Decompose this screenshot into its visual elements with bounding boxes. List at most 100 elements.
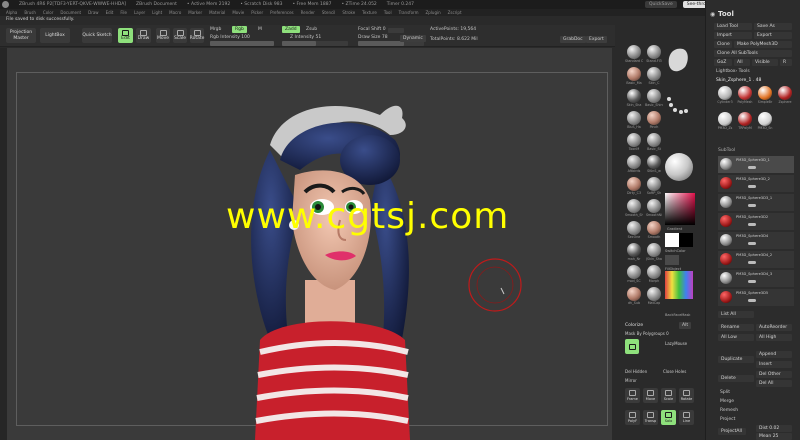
draw-button[interactable]: Draw [136, 28, 151, 43]
colorize-toggle[interactable]: Colorize [625, 323, 643, 328]
mrgb-toggle[interactable]: Mrgb [210, 27, 221, 32]
menu-macro[interactable]: Macro [169, 10, 181, 15]
visibility-toggle-icon[interactable] [748, 185, 756, 188]
texture-palette[interactable] [665, 271, 693, 299]
lightbox-tools-button[interactable]: Lightbox› Tools [716, 69, 750, 74]
visibility-toggle-icon[interactable] [748, 242, 756, 245]
m-toggle[interactable]: M [258, 27, 262, 32]
switchcolor-button[interactable]: SwitchColor [665, 249, 686, 253]
solo-view-button[interactable]: Solo [661, 410, 676, 425]
material-thumb[interactable]: Smooth_Sh [625, 199, 643, 221]
polyf-view-button[interactable]: PolyF [625, 410, 640, 425]
material-thumb[interactable]: SmoothNi [645, 199, 663, 221]
material-thumb[interactable]: Dirty_C3 [625, 177, 643, 199]
zadd-toggle[interactable]: Zadd [282, 26, 300, 33]
quicksave-button[interactable]: QuickSave [644, 1, 677, 8]
material-thumb[interactable]: Basic_Ma [625, 67, 643, 89]
subtool-row[interactable]: PM3D_Sphere3D4_3 [718, 270, 794, 287]
remesh-section[interactable]: Remesh [720, 408, 738, 413]
menu-transform[interactable]: Transform [399, 10, 419, 15]
visibility-toggle-icon[interactable] [748, 223, 756, 226]
del-hidden-button[interactable]: Del Hidden [625, 369, 647, 374]
menu-document[interactable]: Document [60, 10, 81, 15]
visibility-toggle-icon[interactable] [748, 299, 756, 302]
main-color-swatch[interactable] [665, 233, 679, 247]
mask-by-polygroups-slider[interactable]: Mask By Polygroups 0 [625, 331, 669, 336]
lazymouse-toggle[interactable]: LazyMouse [665, 341, 687, 346]
del-other-button[interactable]: Del Other [756, 371, 792, 378]
current-brush-preview-icon[interactable] [665, 45, 691, 75]
visibility-toggle-icon[interactable] [748, 261, 756, 264]
menu-preferences[interactable]: Preferences [270, 10, 294, 15]
menu-file[interactable]: File [120, 10, 127, 15]
export-doc-button[interactable]: Export [586, 36, 607, 43]
menu-layer[interactable]: Layer [134, 10, 145, 15]
all-low-button[interactable]: All Low [718, 334, 754, 341]
tool-thumbnail[interactable]: SimpleBr [756, 86, 774, 110]
menu-brush[interactable]: Brush [24, 10, 36, 15]
rgb-toggle[interactable]: Rgb [232, 26, 247, 33]
rgb-intensity-track[interactable] [210, 41, 274, 46]
close-holes-button[interactable]: Close Holes [663, 369, 686, 374]
material-thumb[interactable]: MatCap [645, 287, 663, 309]
move-button[interactable]: Move [156, 28, 170, 43]
load-tool-button[interactable]: Load Tool [714, 23, 752, 30]
rotate-button[interactable]: Rotate [190, 28, 204, 43]
all-button[interactable]: All [734, 59, 750, 66]
project-all-button[interactable]: ProjectAll [718, 428, 746, 435]
clone-all-subtools-button[interactable]: Clone All SubTools [714, 50, 792, 57]
goz-button[interactable]: GoZ [714, 59, 732, 66]
material-thumb[interactable]: Morph [645, 265, 663, 287]
color-picker[interactable] [665, 193, 695, 225]
mirror-button[interactable]: Mirror [625, 378, 637, 383]
material-thumb[interactable]: ToonM [625, 133, 643, 155]
quick-sketch-button[interactable]: Quick Sketch [82, 28, 112, 43]
material-thumb[interactable]: BluS_Ha [625, 111, 643, 133]
export-button[interactable]: Export [754, 32, 792, 39]
z-intensity-slider[interactable]: Z Intensity 51 [290, 35, 321, 40]
line-view-button[interactable]: Line [679, 410, 694, 425]
subtool-row[interactable]: PM3D_Sphere3D3_1 [718, 194, 794, 211]
tool-palette-icon[interactable]: ◉ [710, 11, 715, 18]
projection-master-button[interactable]: Projection Master [6, 28, 36, 43]
move-view-button[interactable]: Move [643, 388, 658, 403]
menu-alpha[interactable]: Alpha [6, 10, 17, 15]
split-section[interactable]: Split [720, 390, 730, 395]
persp-button[interactable] [625, 339, 639, 354]
material-thumb[interactable]: Skin_Sha [625, 89, 643, 111]
menu-draw[interactable]: Draw [88, 10, 98, 15]
append-button[interactable]: Append [756, 351, 792, 358]
gradient-label[interactable]: Gradient [667, 227, 682, 231]
backface-mask-button[interactable]: BackFaceMask [665, 313, 690, 317]
visibility-toggle-icon[interactable] [748, 166, 756, 169]
focal-shift-slider[interactable]: Focal Shift 0 [358, 27, 386, 32]
character-sculpt[interactable] [230, 90, 430, 440]
fill-object-icon[interactable] [665, 255, 679, 265]
delete-button[interactable]: Delete [718, 375, 754, 382]
rotate-view-button[interactable]: Rotate [679, 388, 694, 403]
subtool-row[interactable]: PM3D_Sphere3D4_2 [718, 251, 794, 268]
make-polymesh-button[interactable]: Make PolyMesh3D [734, 41, 792, 48]
secondary-color-swatch[interactable] [679, 233, 693, 247]
del-all-button[interactable]: Del All [756, 380, 792, 387]
clone-button[interactable]: Clone [714, 41, 732, 48]
visibility-toggle-icon[interactable] [748, 280, 756, 283]
project-section[interactable]: Project [720, 417, 735, 422]
material-thumb[interactable]: Stand.Fl3 [645, 45, 663, 67]
grabdoc-button[interactable]: GrabDoc [560, 36, 586, 43]
visible-button[interactable]: Visible [752, 59, 778, 66]
visibility-toggle-icon[interactable] [748, 204, 756, 207]
menu-render[interactable]: Render [301, 10, 315, 15]
dist-slider[interactable]: Dist 0.02 [756, 425, 792, 432]
menu-stroke[interactable]: Stroke [342, 10, 355, 15]
material-thumb[interactable]: SKinS_w [645, 155, 663, 177]
material-thumb[interactable]: Basic_ShinC [645, 89, 663, 111]
merge-section[interactable]: Merge [720, 399, 734, 404]
material-thumb[interactable]: SecOne [625, 221, 643, 243]
tool-thumbnail[interactable]: Cylinder3 [716, 86, 734, 110]
menu-stencil[interactable]: Stencil [322, 10, 336, 15]
menu-texture[interactable]: Texture [362, 10, 377, 15]
material-thumb[interactable]: Skin_C [645, 67, 663, 89]
z-intensity-track[interactable] [282, 41, 348, 46]
tool-thumbnail[interactable]: PolyMesh [736, 86, 754, 110]
